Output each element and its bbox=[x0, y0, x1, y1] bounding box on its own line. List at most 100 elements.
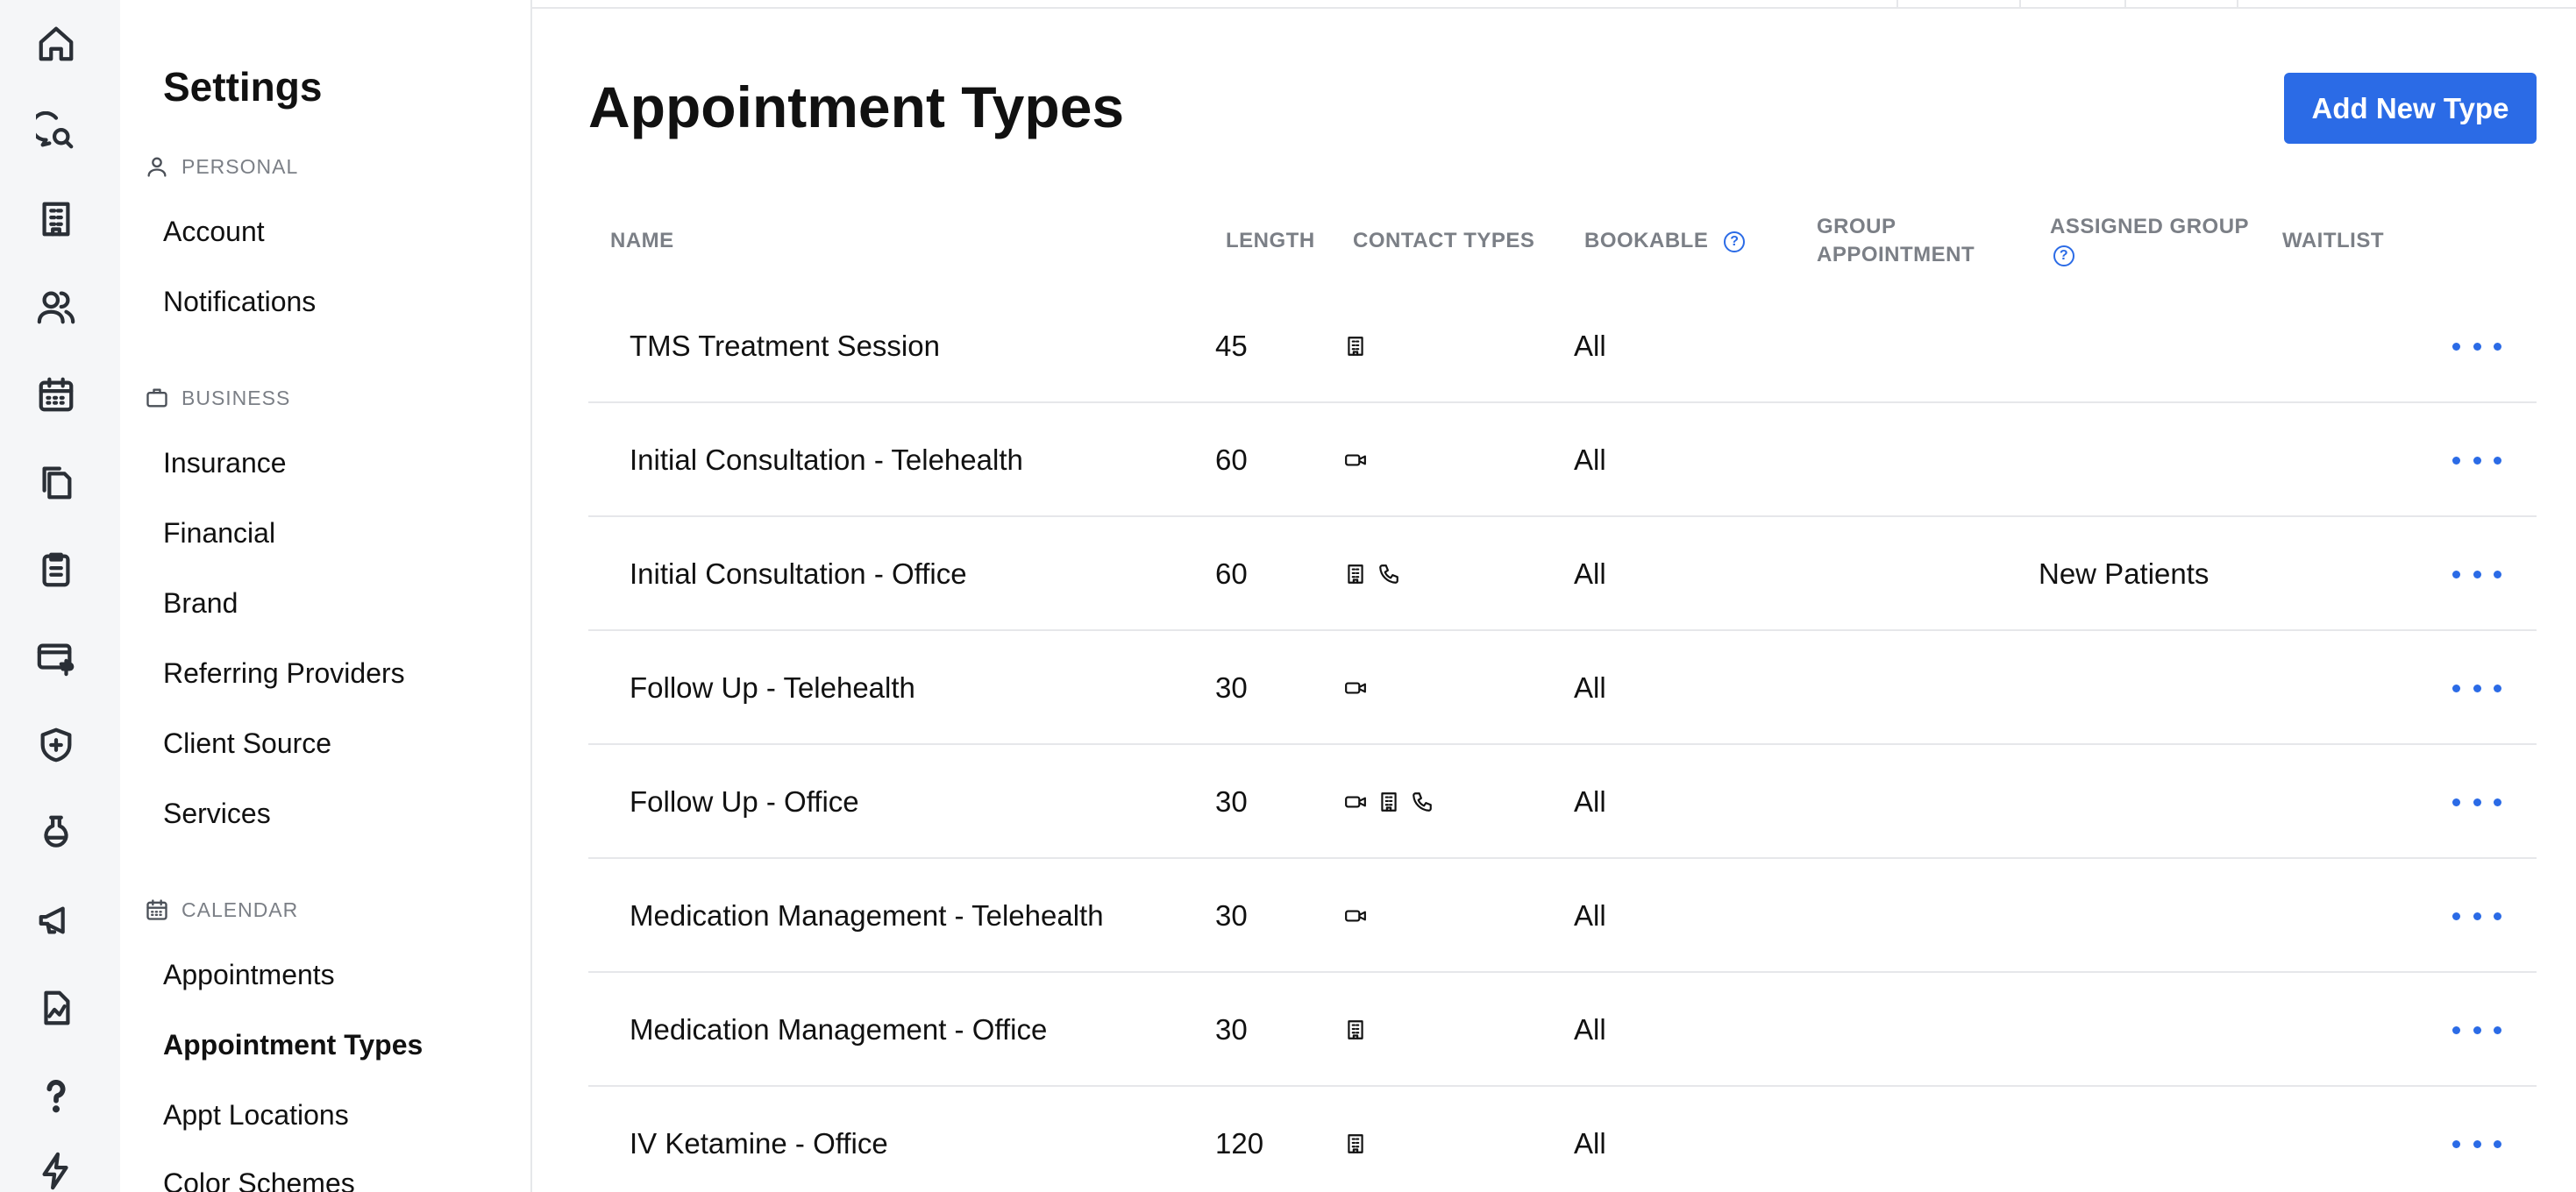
column-header-waitlist: WAITLIST bbox=[2282, 229, 2384, 252]
building-icon[interactable] bbox=[33, 196, 79, 242]
column-header-label: GROUP bbox=[1817, 215, 1896, 238]
bolt-icon[interactable] bbox=[33, 1148, 79, 1192]
row-contact-types bbox=[1344, 973, 1367, 1087]
phone-icon bbox=[1411, 791, 1434, 813]
row-contact-types bbox=[1344, 1087, 1367, 1192]
help-circle-icon[interactable]: ? bbox=[2053, 245, 2074, 266]
row-name: Medication Management - Office bbox=[630, 1013, 1048, 1046]
nav-item-account[interactable]: Account bbox=[163, 216, 265, 248]
row-bookable: All bbox=[1574, 899, 1606, 932]
nav-item-services[interactable]: Services bbox=[163, 798, 271, 830]
row-bookable: All bbox=[1574, 671, 1606, 704]
calendar-icon[interactable] bbox=[33, 372, 79, 417]
chart-document-icon[interactable] bbox=[33, 985, 79, 1031]
video-icon bbox=[1344, 677, 1367, 699]
row-more-options-icon[interactable] bbox=[2452, 1131, 2501, 1157]
row-length: 45 bbox=[1215, 330, 1248, 362]
nav-item-referring-providers[interactable]: Referring Providers bbox=[163, 657, 405, 690]
nav-item-color-schemes[interactable]: Color Schemes bbox=[163, 1167, 355, 1192]
nav-item-insurance[interactable]: Insurance bbox=[163, 447, 287, 479]
row-name: IV Ketamine - Office bbox=[630, 1127, 888, 1160]
row-length: 30 bbox=[1215, 1013, 1248, 1046]
column-header-contact-types: CONTACT TYPES bbox=[1353, 229, 1535, 252]
table-row[interactable]: IV Ketamine - Office 120 All bbox=[588, 1087, 2537, 1192]
row-more-options-icon[interactable] bbox=[2452, 675, 2501, 701]
row-more-options-icon[interactable] bbox=[2452, 447, 2501, 473]
clipboard-icon[interactable] bbox=[33, 547, 79, 592]
documents-icon[interactable] bbox=[33, 459, 79, 505]
row-contact-types bbox=[1344, 631, 1367, 745]
table-row[interactable]: Initial Consultation - Telehealth 60 All bbox=[588, 403, 2537, 517]
settings-title: Settings bbox=[163, 64, 323, 110]
row-bookable: All bbox=[1574, 330, 1606, 362]
row-more-options-icon[interactable] bbox=[2452, 1017, 2501, 1043]
row-bookable: All bbox=[1574, 1127, 1606, 1160]
help-icon[interactable] bbox=[33, 1073, 79, 1118]
row-name: Initial Consultation - Telehealth bbox=[630, 443, 1023, 476]
calendar-small-icon bbox=[146, 899, 167, 920]
home-icon[interactable] bbox=[33, 21, 79, 67]
row-assigned-group: New Patients bbox=[2039, 557, 2210, 590]
icon-rail bbox=[0, 0, 120, 1192]
office-icon bbox=[1377, 791, 1400, 813]
help-circle-icon[interactable]: ? bbox=[1724, 231, 1746, 252]
section-personal: PERSONAL bbox=[145, 154, 298, 179]
add-new-type-button[interactable]: Add New Type bbox=[2284, 73, 2537, 144]
row-contact-types bbox=[1344, 403, 1367, 517]
row-more-options-icon[interactable] bbox=[2452, 333, 2501, 359]
row-bookable: All bbox=[1574, 785, 1606, 818]
table-row[interactable]: Follow Up - Telehealth 30 All bbox=[588, 631, 2537, 745]
table-row[interactable]: Medication Management - Telehealth 30 All bbox=[588, 859, 2537, 973]
office-icon bbox=[1344, 563, 1367, 585]
row-length: 30 bbox=[1215, 899, 1248, 932]
column-header-assigned-group: ASSIGNED GROUP ? bbox=[2050, 213, 2249, 269]
section-business: BUSINESS bbox=[145, 386, 290, 410]
table-row[interactable]: Initial Consultation - Office 60 All New Pa… bbox=[588, 517, 2537, 631]
nav-item-appointment-types[interactable]: Appointment Types bbox=[163, 1029, 423, 1061]
nav-item-financial[interactable]: Financial bbox=[163, 517, 275, 550]
row-name: TMS Treatment Session bbox=[630, 330, 940, 362]
nav-item-brand[interactable]: Brand bbox=[163, 587, 238, 620]
column-header-label: BOOKABLE bbox=[1584, 229, 1709, 252]
table-row[interactable]: Follow Up - Office 30 All bbox=[588, 745, 2537, 859]
row-more-options-icon[interactable] bbox=[2452, 789, 2501, 815]
row-length: 30 bbox=[1215, 785, 1248, 818]
person-icon bbox=[147, 157, 167, 177]
row-name: Medication Management - Telehealth bbox=[630, 899, 1104, 932]
column-header-group-appointment: GROUP APPOINTMENT bbox=[1817, 213, 1975, 269]
users-icon[interactable] bbox=[33, 284, 79, 330]
row-bookable: All bbox=[1574, 1013, 1606, 1046]
row-more-options-icon[interactable] bbox=[2452, 561, 2501, 587]
section-label: BUSINESS bbox=[181, 386, 291, 409]
column-header-label: APPOINTMENT bbox=[1817, 243, 1975, 266]
video-icon bbox=[1344, 905, 1367, 927]
table-row[interactable]: TMS Treatment Session 45 All bbox=[588, 289, 2537, 403]
row-more-options-icon[interactable] bbox=[2452, 903, 2501, 929]
top-bar-divider bbox=[2237, 0, 2238, 9]
nav-item-appointments[interactable]: Appointments bbox=[163, 959, 335, 991]
billing-icon[interactable] bbox=[33, 635, 79, 680]
section-calendar: CALENDAR bbox=[145, 898, 298, 922]
shield-icon[interactable] bbox=[33, 722, 79, 768]
row-length: 60 bbox=[1215, 557, 1248, 590]
megaphone-icon[interactable] bbox=[33, 898, 79, 943]
office-icon bbox=[1344, 1132, 1367, 1155]
row-length: 60 bbox=[1215, 443, 1248, 476]
video-icon bbox=[1344, 791, 1367, 813]
row-contact-types bbox=[1344, 745, 1434, 859]
nav-item-client-source[interactable]: Client Source bbox=[163, 727, 331, 760]
lab-flask-icon[interactable] bbox=[33, 810, 79, 855]
office-icon bbox=[1344, 1018, 1367, 1041]
nav-item-notifications[interactable]: Notifications bbox=[163, 286, 316, 318]
column-header-name: NAME bbox=[610, 229, 674, 252]
row-name: Initial Consultation - Office bbox=[630, 557, 967, 590]
phone-icon bbox=[1377, 563, 1400, 585]
row-length: 120 bbox=[1215, 1127, 1264, 1160]
column-header-bookable: BOOKABLE? bbox=[1584, 227, 1746, 255]
nav-item-appt-locations[interactable]: Appt Locations bbox=[163, 1099, 349, 1132]
row-contact-types bbox=[1344, 517, 1400, 631]
page-title: Appointment Types bbox=[588, 74, 1125, 139]
row-contact-types bbox=[1344, 289, 1367, 403]
chat-search-icon[interactable] bbox=[33, 109, 79, 154]
table-row[interactable]: Medication Management - Office 30 All bbox=[588, 973, 2537, 1087]
